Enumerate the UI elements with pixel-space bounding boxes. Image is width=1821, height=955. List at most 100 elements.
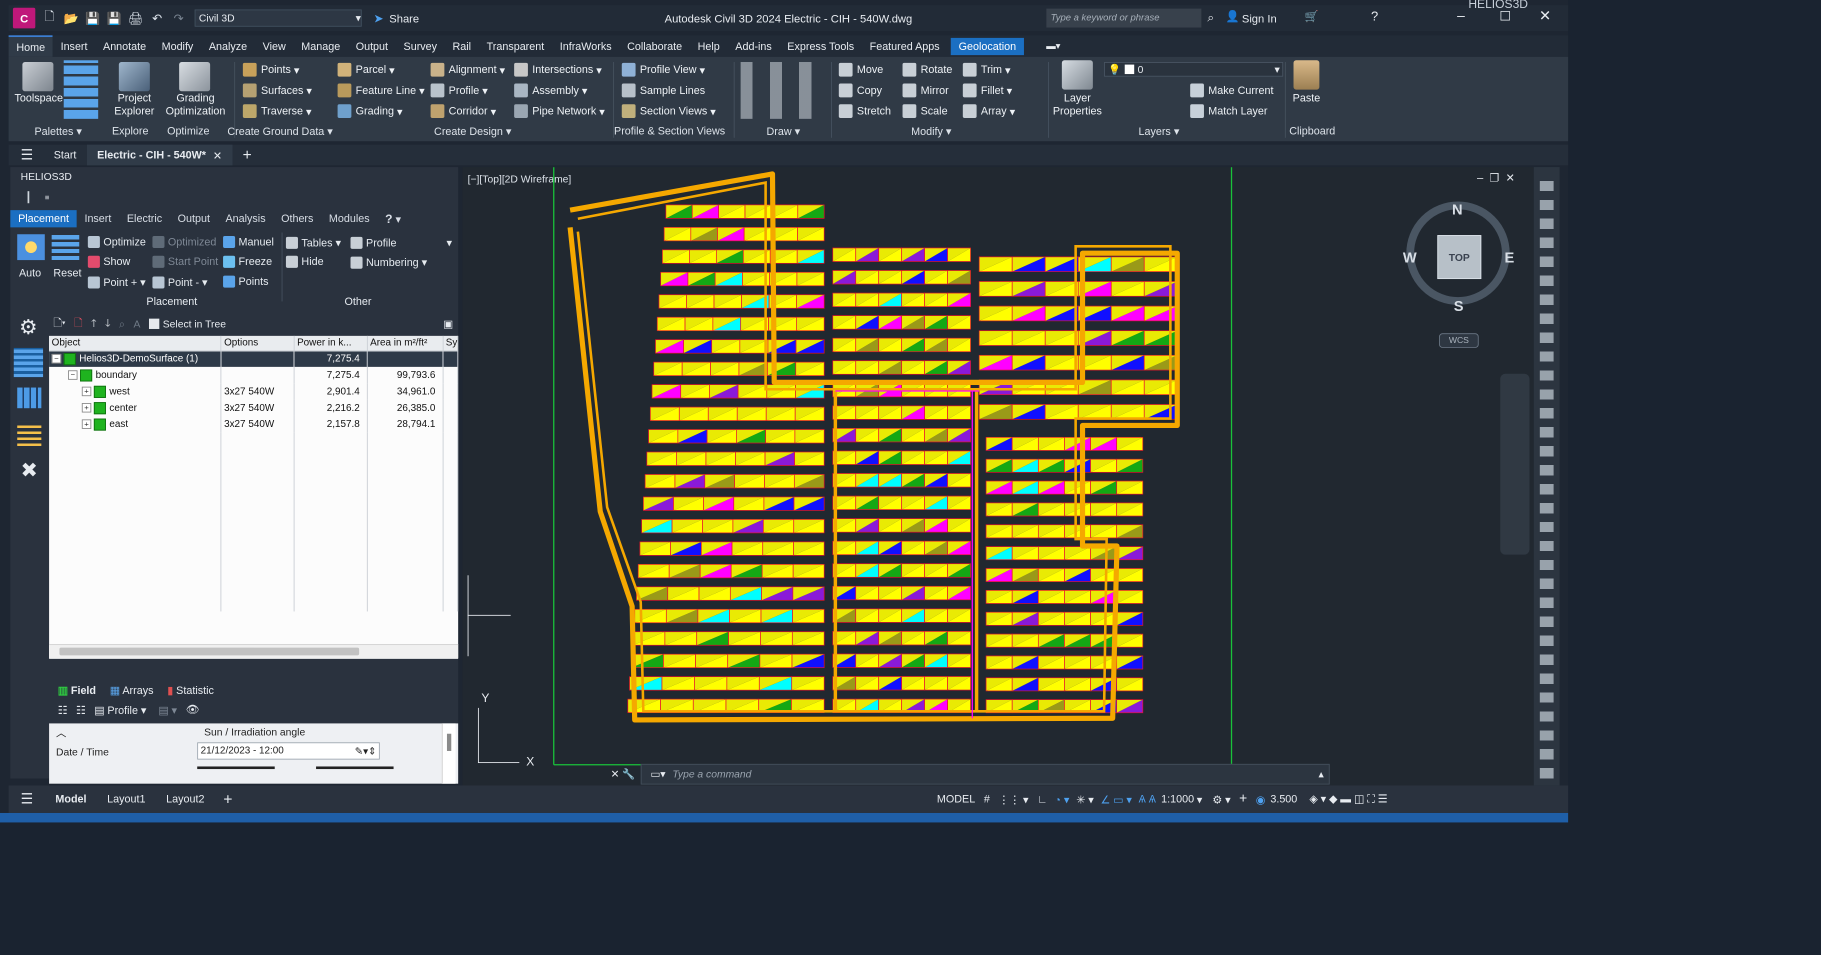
auto-icon[interactable] [17,234,45,261]
slider-track[interactable] [197,766,275,770]
lineweight-toggle-icon[interactable]: ∠ ▭ ▾ [1101,793,1132,806]
help-icon[interactable]: ? [1371,9,1378,24]
copy-button[interactable]: Copy [838,83,882,98]
tab-active-drawing[interactable]: Electric - CIH - 540W* ✕ [86,144,233,166]
polar-toggle-icon[interactable]: ◔ ▾ [1054,793,1069,806]
tab-view[interactable]: View [255,35,294,57]
command-expand-icon[interactable]: ▴ [1318,768,1323,780]
layer-properties-button[interactable]: Layer Properties [1051,92,1104,118]
annotation-value-icon[interactable]: ◉ [1256,793,1265,806]
surfaces-menu[interactable]: Surfaces ▾ [242,83,312,98]
drawing-canvas[interactable]: [−][Top][2D Wireframe] – ❐ ✕ Y X N S W E… [462,167,1534,786]
col-sy[interactable]: Sy [442,335,459,351]
compass-south[interactable]: S [1454,298,1464,315]
rotate-button[interactable]: Rotate [902,62,952,77]
tab-modify[interactable]: Modify [154,35,201,57]
list-icon[interactable]: ☷ [58,703,68,716]
panel-toggle-icon[interactable]: ▬▾ [1046,40,1060,51]
tab-output[interactable]: Output [170,210,218,227]
search-input[interactable]: Type a keyword or phrase [1046,8,1202,28]
tab-collaborate[interactable]: Collaborate [619,35,690,57]
select-in-tree-checkbox[interactable] [148,318,160,329]
hide-button[interactable]: Hide [285,255,324,268]
filter-icon[interactable]: A [133,318,140,330]
col-object[interactable]: Object [49,335,222,351]
plus-icon[interactable]: + [1239,791,1247,807]
annotation-visibility-icon[interactable]: Ѧ Ѧ [1139,793,1156,805]
edit-icon[interactable]: ✎▾⇕ [355,745,377,757]
grading-optimization-button[interactable]: Grading Optimization [162,92,229,118]
tab-geolocation[interactable]: Geolocation [950,37,1024,55]
tab-start[interactable]: Start [43,145,86,166]
profile-button[interactable]: Profile ▾ [350,236,452,249]
points-menu[interactable]: Points ▾ [242,62,299,77]
snap-toggle-icon[interactable]: ⋮⋮ ▾ [998,793,1028,806]
intersections-menu[interactable]: Intersections ▾ [514,62,602,77]
palette-grid-icon[interactable] [63,60,99,119]
undo-icon[interactable]: ↶ [149,10,165,26]
col-options[interactable]: Options [221,335,295,351]
table-row[interactable]: − boundary 7,275.4 99,793.6 [49,366,459,384]
tab-rail[interactable]: Rail [445,35,479,57]
parcel-menu[interactable]: Parcel ▾ [337,62,395,77]
tab-annotate[interactable]: Annotate [95,35,154,57]
points-button[interactable]: Points [223,275,268,288]
palette-options-icon[interactable]: ≡ [45,193,50,202]
collapse-icon[interactable]: − [68,370,78,380]
tab-infraworks[interactable]: InfraWorks [552,35,619,57]
tab-electric[interactable]: Electric [119,210,170,227]
freeze-button[interactable]: Freeze [223,255,272,268]
tab-output[interactable]: Output [348,35,396,57]
tab-statistic[interactable]: ▮ Statistic [167,683,214,696]
new-file-icon[interactable]: 🗋 [41,9,57,26]
feature-line-menu[interactable]: Feature Line ▾ [337,83,425,98]
tab-others[interactable]: Others [273,210,321,227]
viewcube-top-face[interactable]: TOP [1437,235,1482,280]
add-layout-icon[interactable]: + [223,790,232,808]
sample-lines-button[interactable]: Sample Lines [621,83,705,98]
move-down-icon[interactable]: 🡓 [105,315,110,333]
grading-optimization-icon[interactable] [179,62,211,92]
scale-button[interactable]: Scale [902,104,948,118]
sign-in-button[interactable]: Sign In [1242,12,1277,25]
tab-analyze[interactable]: Analyze [201,35,255,57]
expand-icon[interactable]: + [81,419,92,429]
array-menu[interactable]: Array ▾ [962,104,1015,118]
section-views-menu[interactable]: Section Views ▾ [621,104,716,118]
group-layers[interactable]: Layers ▾ [1139,125,1180,138]
annotation-scale-select[interactable]: 1:1000 [1161,793,1194,805]
tab-insert[interactable]: Insert [77,210,119,227]
collapse-section-icon[interactable]: ︿ [56,725,66,740]
match-layer-button[interactable]: Match Layer [1190,104,1267,118]
paste-button[interactable]: Paste [1289,92,1323,105]
close-tab-icon[interactable]: ✕ [213,149,222,161]
navigation-bar[interactable] [1500,373,1530,555]
tool-icons-strip[interactable] [1539,175,1554,779]
compass-north[interactable]: N [1452,202,1463,219]
fillet-menu[interactable]: Fillet ▾ [962,83,1012,98]
alignment-menu[interactable]: Alignment ▾ [430,62,505,77]
delete-doc-icon[interactable]: 🗋 [74,315,82,333]
chevron-down-icon[interactable]: ▾ [1197,793,1202,806]
tab-analysis[interactable]: Analysis [218,210,274,227]
user-icon[interactable]: 👤 [1225,9,1239,23]
table-row[interactable]: + east 3x27 540W 2,157.8 28,794.1 [49,415,459,433]
grid-toggle-icon[interactable]: # [984,793,990,805]
point-minus-button[interactable]: Point - ▾ [152,276,207,289]
point-plus-button[interactable]: Point + ▾ [87,276,146,289]
profile-view-menu[interactable]: Profile View ▾ [621,62,705,77]
project-explorer-icon[interactable] [118,62,150,92]
workspace-gear-icon[interactable]: ⚙ ▾ [1212,793,1230,806]
optimized-button[interactable]: Optimized [152,235,216,249]
annotation-value[interactable]: 3.500 [1270,793,1297,805]
eye-icon[interactable]: 👁 [186,703,200,716]
compass-east[interactable]: E [1505,250,1515,267]
layer-select[interactable]: 💡 0 ▾ [1104,62,1284,77]
tab-featured-apps[interactable]: Featured Apps [862,35,948,57]
tab-model[interactable]: Model [45,785,97,813]
maximize-icon[interactable]: ☐ [1499,9,1511,24]
table-row[interactable]: + west 3x27 540W 2,901.4 34,961.0 [49,383,459,400]
screenshot-icon[interactable]: ▣ [443,318,453,330]
command-history-icon[interactable]: ▭▾ [651,768,666,780]
group-create-ground-data[interactable]: Create Ground Data ▾ [227,125,332,138]
